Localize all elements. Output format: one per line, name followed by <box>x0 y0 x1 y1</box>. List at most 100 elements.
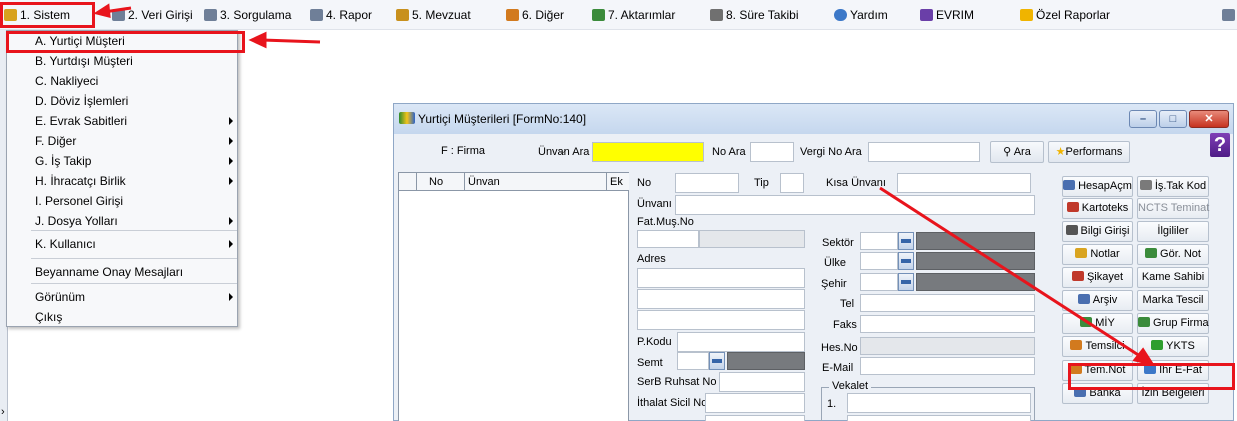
side-button-label: İş.Tak Kod <box>1154 180 1207 192</box>
sehir-lookup-button[interactable] <box>898 273 914 291</box>
vekalet-1-input[interactable] <box>847 393 1031 413</box>
sektor-lookup-button[interactable] <box>898 232 914 250</box>
side-button-hesapa-m[interactable]: HesapAçm <box>1062 176 1133 197</box>
vekalet-2-input[interactable] <box>847 415 1031 421</box>
ulke-lookup-button[interactable] <box>898 252 914 270</box>
dropdown-item[interactable]: Görünüm <box>35 288 85 306</box>
side-button-grup-firma[interactable]: Grup Firma <box>1137 313 1209 334</box>
menu-veri-girisi[interactable]: 2. Veri Girişi <box>112 7 193 24</box>
side-button-i-lgililer[interactable]: İlgililer <box>1137 221 1209 242</box>
semt-lookup-button[interactable] <box>709 352 725 370</box>
fat-mus-no-input[interactable] <box>637 230 699 248</box>
p-kodu-input[interactable] <box>677 332 805 352</box>
side-button-temsilci[interactable]: Temsilci <box>1062 336 1133 357</box>
side-button-ykts[interactable]: YKTS <box>1137 336 1209 357</box>
menu-ozel-raporlar[interactable]: Özel Raporlar <box>1020 7 1110 24</box>
customer-grid[interactable]: No Ünvan Ek <box>398 172 629 421</box>
handshake-icon <box>1063 180 1076 190</box>
menu-yardim[interactable]: Yardım <box>834 7 888 24</box>
side-button-kame-sahibi[interactable]: Kame Sahibi <box>1137 267 1209 288</box>
no-ara-input[interactable] <box>750 142 794 162</box>
e-mail-input[interactable] <box>860 357 1035 375</box>
side-button--ikayet[interactable]: Şikayet <box>1062 267 1133 288</box>
semt-code[interactable] <box>677 352 709 370</box>
minimize-button[interactable]: – <box>1129 110 1157 128</box>
dropdown-item[interactable]: E. Evrak Sabitleri <box>35 112 127 130</box>
menu-sure-takibi[interactable]: 8. Süre Takibi <box>710 7 799 24</box>
dropdown-item[interactable]: Beyanname Onay Mesajları <box>35 263 183 281</box>
sistem-dropdown-menu: A. Yurtiçi Müşteri B. Yurtdışı Müşteri C. … <box>6 30 238 327</box>
close-button[interactable]: ✕ <box>1189 110 1229 128</box>
lookup-icon <box>901 239 911 243</box>
side-button-notlar[interactable]: Notlar <box>1062 244 1133 265</box>
no-input[interactable] <box>675 173 739 193</box>
ulke-code[interactable] <box>860 252 898 270</box>
menu-aktarimlar[interactable]: 7. Aktarımlar <box>592 7 675 24</box>
card-icon <box>1066 202 1079 212</box>
dropdown-item[interactable]: I. Personel Girişi <box>35 192 123 210</box>
vergi-no-ara-input[interactable] <box>868 142 980 162</box>
next-field-input[interactable] <box>705 415 805 421</box>
dropdown-item[interactable]: B. Yurtdışı Müşteri <box>35 52 133 70</box>
dropdown-item[interactable]: D. Döviz İşlemleri <box>35 92 128 110</box>
grid-header-no[interactable]: No <box>417 173 465 191</box>
maximize-button[interactable]: □ <box>1159 110 1187 128</box>
submenu-arrow-icon <box>229 137 233 145</box>
dropdown-item[interactable]: K. Kullanıcı <box>35 235 96 253</box>
ara-button[interactable]: ⚲ Ara <box>990 141 1044 163</box>
ulke-desc <box>916 252 1035 270</box>
adres-line-2[interactable] <box>637 289 805 309</box>
sehir-code[interactable] <box>860 273 898 291</box>
adres-line-1[interactable] <box>637 268 805 288</box>
menubar: 1. Sistem 2. Veri Girişi 3. Sorgulama 4.… <box>0 0 1237 30</box>
menu-mevzuat[interactable]: 5. Mevzuat <box>396 7 471 24</box>
hes-no-input <box>860 337 1035 355</box>
menu-diger[interactable]: 6. Diğer <box>506 7 564 24</box>
arrowhead-yurtici <box>248 31 267 49</box>
side-button-ncts-teminat[interactable]: NCTS Teminat <box>1137 198 1209 219</box>
side-button-bilgi-giri-i[interactable]: Bilgi Girişi <box>1062 221 1133 242</box>
side-button-ar-iv[interactable]: Arşiv <box>1062 290 1133 311</box>
menu-sorgulama[interactable]: 3. Sorgulama <box>204 7 291 24</box>
field-label-ulke: Ülke <box>824 257 847 269</box>
side-button-g-r-not[interactable]: Gör. Not <box>1137 244 1209 265</box>
side-button-label: Marka Tescil <box>1142 294 1204 306</box>
grid-header-ek[interactable]: Ek <box>607 173 629 191</box>
side-button-kartoteks[interactable]: Kartoteks <box>1062 198 1133 219</box>
dropdown-item[interactable]: H. İhracatçı Birlik <box>35 172 126 190</box>
side-button-i-tak-kod[interactable]: İş.Tak Kod <box>1137 176 1209 197</box>
dropdown-item[interactable]: Çıkış <box>35 308 62 326</box>
help-button[interactable]: ? <box>1210 133 1230 157</box>
side-button-mi-y[interactable]: MİY <box>1062 313 1133 334</box>
menu-evrim[interactable]: EVRIM <box>920 7 974 24</box>
menu-label: Yardım <box>850 8 888 22</box>
query-icon <box>204 9 217 21</box>
field-label-sehir: Şehir <box>821 278 847 290</box>
performans-button[interactable]: ★Performans <box>1048 141 1130 163</box>
lookup-icon <box>901 280 911 284</box>
submenu-arrow-icon <box>229 217 233 225</box>
dropdown-item[interactable]: F. Diğer <box>35 132 76 150</box>
side-button-marka-tescil[interactable]: Marka Tescil <box>1137 290 1209 311</box>
grid-header-unvan[interactable]: Ünvan <box>465 173 607 191</box>
menu-label: Özel Raporlar <box>1036 8 1111 22</box>
field-label-e-mail: E-Mail <box>822 362 854 374</box>
dropdown-item[interactable]: J. Dosya Yolları <box>35 212 118 230</box>
info-icon <box>1065 225 1078 235</box>
faks-input[interactable] <box>860 315 1035 333</box>
form-titlebar[interactable]: Yurtiçi Müşterileri [FormNo:140] – □ ✕ <box>394 104 1233 134</box>
menu-rapor[interactable]: 4. Rapor <box>310 7 372 24</box>
menu-more[interactable] <box>1222 7 1237 24</box>
dropdown-item[interactable]: C. Nakliyeci <box>35 72 98 90</box>
unvani-input[interactable] <box>675 195 1035 215</box>
submenu-arrow-icon <box>229 157 233 165</box>
serb-ruhsat-no-input[interactable] <box>719 372 805 392</box>
tip-input[interactable] <box>780 173 804 193</box>
sektor-code[interactable] <box>860 232 898 250</box>
adres-line-3[interactable] <box>637 310 805 330</box>
dropdown-item[interactable]: G. İş Takip <box>35 152 91 170</box>
unvan-ara-input[interactable] <box>592 142 704 162</box>
ithalat-sicil-no-input[interactable] <box>705 393 805 413</box>
kisa-unvan-input[interactable] <box>897 173 1031 193</box>
tel-input[interactable] <box>860 294 1035 312</box>
